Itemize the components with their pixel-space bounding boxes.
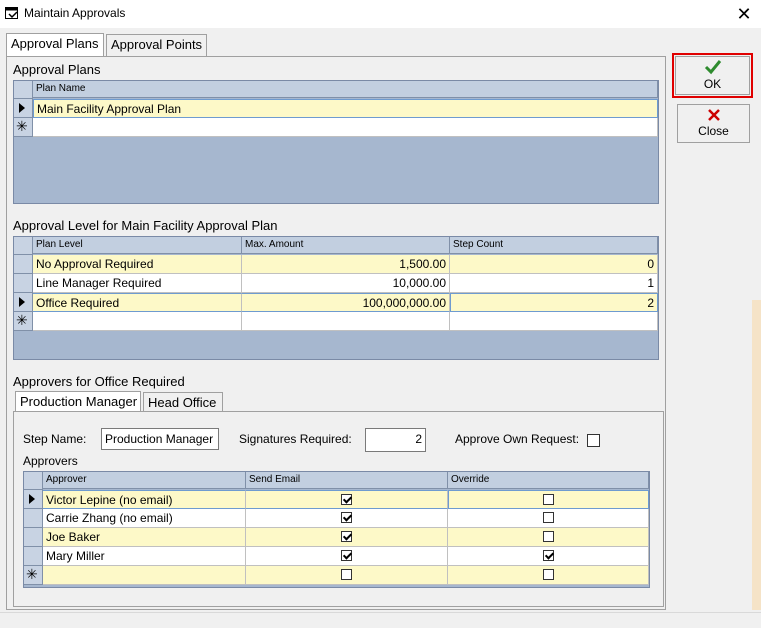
column-header-approver[interactable]: Approver [43, 472, 246, 489]
table-cell-step-count[interactable]: 0 [450, 255, 658, 274]
table-cell-approver[interactable] [43, 566, 246, 585]
table-cell-send-email[interactable] [246, 490, 448, 509]
row-selector[interactable] [24, 528, 43, 547]
send-email-checkbox[interactable] [341, 550, 352, 562]
table-cell-send-email[interactable] [246, 528, 448, 547]
table-cell-send-email[interactable] [246, 566, 448, 585]
override-checkbox[interactable] [543, 494, 554, 506]
table-cell-approver[interactable]: Joe Baker [43, 528, 246, 547]
current-row-arrow-icon [29, 494, 35, 504]
row-selector[interactable] [14, 274, 33, 293]
column-header-override[interactable]: Override [448, 472, 649, 489]
table-cell-send-email[interactable] [246, 509, 448, 528]
approval-level-grid[interactable]: Plan Level Max. Amount Step Count No App… [13, 236, 659, 360]
current-row-arrow-icon [19, 103, 25, 113]
table-cell-new[interactable] [242, 312, 450, 331]
ok-label: OK [703, 77, 722, 91]
override-checkbox[interactable] [542, 531, 554, 543]
row-selector[interactable] [24, 490, 43, 509]
send-email-checkbox[interactable] [341, 569, 352, 581]
override-checkbox[interactable] [542, 550, 554, 562]
new-row-selector[interactable]: ✳ [14, 118, 33, 137]
tab-label: Approval Plans [11, 36, 99, 51]
table-cell-new[interactable] [33, 312, 242, 331]
close-button[interactable]: Close [677, 104, 750, 143]
row-selector[interactable] [14, 255, 33, 274]
column-header-plan-name[interactable]: Plan Name [33, 81, 658, 98]
tab-label: Head Office [148, 395, 217, 410]
checkmark-icon [676, 59, 749, 77]
background-strip [752, 300, 761, 610]
table-cell-max-amount[interactable]: 100,000,000.00 [242, 293, 450, 312]
row-selector[interactable] [14, 99, 33, 118]
red-x-icon [678, 108, 749, 124]
column-header-step-count[interactable]: Step Count [450, 237, 658, 254]
table-cell-approver[interactable]: Carrie Zhang (no email) [43, 509, 246, 528]
tab-production-manager[interactable]: Production Manager [15, 391, 141, 413]
tab-label: Approval Points [111, 37, 203, 52]
grid-corner [24, 472, 43, 490]
approval-plans-grid[interactable]: Plan Name Main Facility Approval Plan ✳ [13, 80, 659, 204]
app-window-icon [5, 7, 19, 20]
signatures-required-field[interactable]: 2 [365, 428, 426, 452]
step-name-label: Step Name: [23, 432, 87, 446]
new-row-selector[interactable]: ✳ [24, 566, 43, 585]
approve-own-request-label: Approve Own Request: [455, 432, 580, 446]
approvers-section-heading: Approvers for Office Required [13, 374, 185, 389]
grid-corner [14, 81, 33, 99]
table-cell-new-plan[interactable] [33, 118, 658, 137]
tab-label: Production Manager [20, 394, 138, 409]
title-bar: Maintain Approvals ✕ [0, 0, 761, 28]
new-row-star-icon: ✳ [16, 312, 28, 328]
window-close-icon[interactable]: ✕ [733, 3, 755, 25]
send-email-checkbox[interactable] [341, 512, 352, 524]
table-cell-plan-level[interactable]: No Approval Required [33, 255, 242, 274]
close-label: Close [698, 124, 729, 138]
grid-corner [14, 237, 33, 255]
tab-head-office[interactable]: Head Office [143, 392, 223, 413]
approval-plans-heading: Approval Plans [13, 62, 101, 77]
table-cell-max-amount[interactable]: 10,000.00 [242, 274, 450, 293]
table-cell-step-count[interactable]: 2 [450, 293, 658, 312]
step-name-field[interactable]: Production Manager [101, 428, 219, 450]
send-email-checkbox[interactable] [341, 531, 352, 543]
approvers-label: Approvers [23, 454, 78, 468]
table-cell-override[interactable] [448, 528, 649, 547]
table-cell-new[interactable] [450, 312, 658, 331]
table-cell-plan-level[interactable]: Line Manager Required [33, 274, 242, 293]
window-title: Maintain Approvals [24, 6, 126, 20]
column-header-max-amount[interactable]: Max. Amount [242, 237, 450, 254]
row-selector[interactable] [24, 547, 43, 566]
approvers-grid[interactable]: Approver Send Email Override Victor Lepi… [23, 471, 650, 588]
table-cell-approver[interactable]: Mary Miller [43, 547, 246, 566]
new-row-selector[interactable]: ✳ [14, 312, 33, 331]
column-header-plan-level[interactable]: Plan Level [33, 237, 242, 254]
table-cell-plan-level[interactable]: Office Required [33, 293, 242, 312]
ok-button[interactable]: OK [675, 56, 750, 95]
table-cell-override[interactable] [448, 547, 649, 566]
table-cell-plan-name[interactable]: Main Facility Approval Plan [33, 99, 658, 118]
row-selector[interactable] [24, 509, 43, 528]
row-selector[interactable] [14, 293, 33, 312]
override-checkbox[interactable] [542, 569, 554, 581]
signatures-required-label: Signatures Required: [239, 432, 352, 446]
new-row-star-icon: ✳ [26, 566, 38, 582]
column-header-send-email[interactable]: Send Email [246, 472, 448, 489]
send-email-checkbox[interactable] [341, 494, 352, 506]
window-bottom-edge [0, 612, 761, 628]
tab-approval-points[interactable]: Approval Points [106, 34, 207, 56]
table-cell-max-amount[interactable]: 1,500.00 [242, 255, 450, 274]
approval-level-heading: Approval Level for Main Facility Approva… [13, 218, 278, 233]
tab-approval-plans[interactable]: Approval Plans [6, 33, 104, 57]
approve-own-request-checkbox[interactable] [587, 434, 600, 448]
new-row-star-icon: ✳ [16, 118, 28, 134]
table-cell-approver[interactable]: Victor Lepine (no email) [43, 490, 246, 509]
current-row-arrow-icon [19, 297, 25, 307]
table-cell-override[interactable] [448, 566, 649, 585]
table-cell-step-count[interactable]: 1 [450, 274, 658, 293]
table-cell-send-email[interactable] [246, 547, 448, 566]
table-cell-override[interactable] [448, 490, 649, 509]
override-checkbox[interactable] [542, 512, 554, 524]
table-cell-override[interactable] [448, 509, 649, 528]
